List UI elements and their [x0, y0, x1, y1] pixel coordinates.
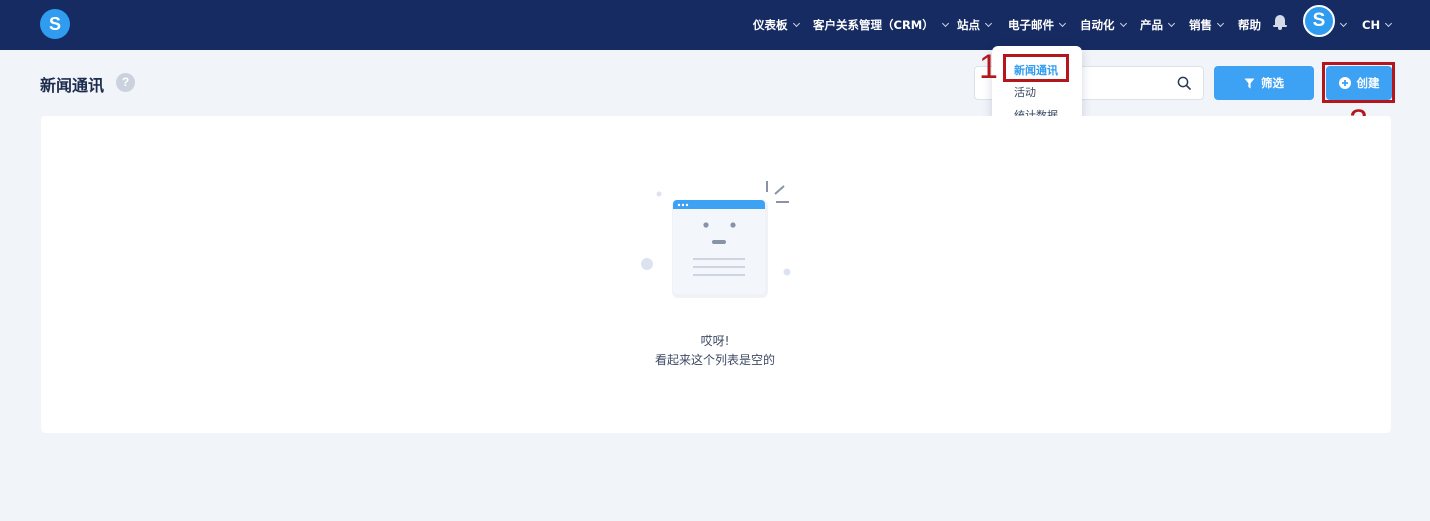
annotation-highlight-1 — [1003, 54, 1069, 82]
chevron-down-icon — [1385, 19, 1393, 28]
chevron-down-icon — [1119, 19, 1127, 28]
nav-item-automation[interactable]: 自动化 — [1080, 0, 1127, 50]
empty-list-illustration — [641, 181, 791, 298]
nav-item-email[interactable]: 电子邮件 — [1008, 0, 1067, 50]
nav-item-label: 电子邮件 — [1008, 18, 1054, 32]
nav-item-label: 仪表板 — [753, 18, 788, 32]
app-logo[interactable]: S — [40, 9, 70, 39]
nav-item-sites[interactable]: 站点 — [957, 0, 993, 50]
chevron-down-icon — [1339, 19, 1348, 28]
nav-item-label: 客户关系管理（CRM） — [813, 18, 934, 32]
chevron-down-icon — [792, 19, 800, 28]
nav-item-dashboard[interactable]: 仪表板 — [753, 0, 800, 50]
bell-icon[interactable] — [1273, 14, 1287, 30]
avatar-menu-toggle[interactable] — [1339, 0, 1348, 50]
language-switcher[interactable]: CH — [1362, 0, 1393, 50]
nav-item-label: 产品 — [1140, 18, 1163, 32]
search-icon[interactable] — [1177, 76, 1191, 90]
help-icon[interactable]: ? — [116, 73, 135, 92]
filter-button-label: 筛选 — [1261, 76, 1284, 90]
menu-item-campaigns[interactable]: 活动 — [1014, 84, 1036, 100]
empty-state-title: 哎呀! — [700, 334, 730, 348]
nav-item-label: 销售 — [1189, 18, 1212, 32]
chevron-down-icon — [1058, 19, 1067, 28]
avatar[interactable]: S — [1303, 5, 1335, 37]
nav-item-sales[interactable]: 销售 — [1189, 0, 1225, 50]
nav-item-label: 自动化 — [1080, 18, 1115, 32]
nav-item-products[interactable]: 产品 — [1140, 0, 1176, 50]
language-label: CH — [1362, 18, 1381, 32]
chevron-down-icon — [1167, 19, 1176, 28]
chevron-down-icon — [941, 19, 949, 28]
top-nav-bar: S 仪表板 客户关系管理（CRM） 站点 电子邮件 自动化 产品 销售 帮助 S… — [0, 0, 1430, 50]
nav-item-label: 站点 — [957, 18, 980, 32]
annotation-step-1: 1 — [979, 48, 998, 86]
filter-button[interactable]: 筛选 — [1214, 66, 1314, 100]
nav-item-crm[interactable]: 客户关系管理（CRM） — [813, 0, 949, 50]
chevron-down-icon — [984, 19, 993, 28]
nav-item-help[interactable]: 帮助 — [1238, 0, 1261, 50]
annotation-highlight-2 — [1322, 62, 1395, 103]
page-title: 新闻通讯 — [40, 76, 105, 95]
filter-icon — [1244, 78, 1255, 88]
nav-item-label: 帮助 — [1238, 18, 1261, 32]
chevron-down-icon — [1216, 19, 1225, 28]
empty-state-message: 看起来这个列表是空的 — [654, 353, 775, 367]
